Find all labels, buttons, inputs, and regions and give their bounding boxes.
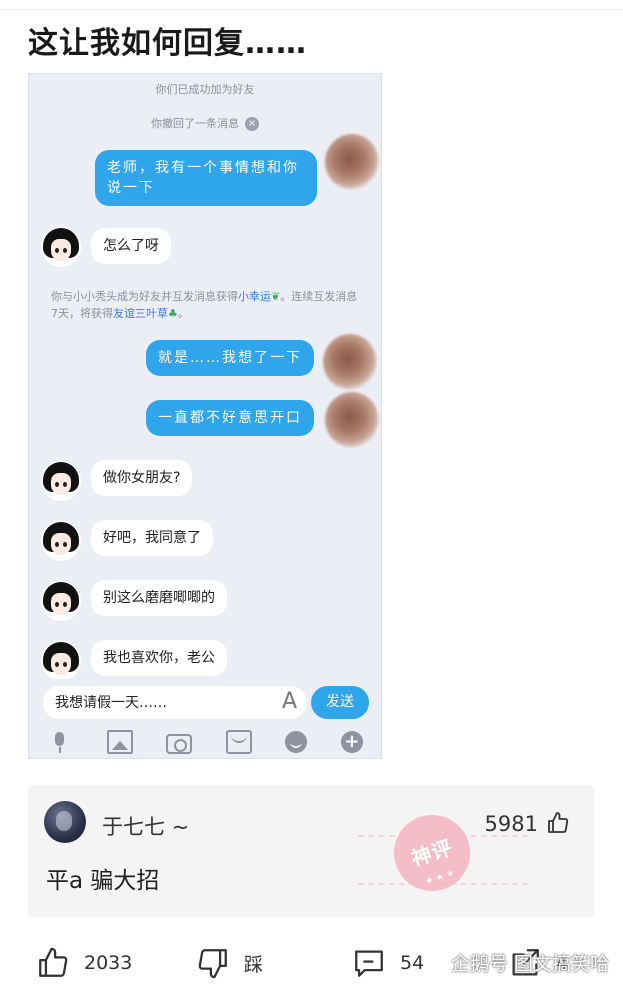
thumbs-down-icon: [198, 949, 227, 979]
message-bubble-incoming[interactable]: 怎么了呀: [91, 228, 171, 264]
emoji-icon[interactable]: [285, 731, 308, 753]
top-divider: [0, 0, 623, 10]
clover-icon: ♣: [168, 307, 178, 320]
comment-count: 54: [400, 952, 425, 974]
message-bubble-incoming[interactable]: 好吧，我同意了: [91, 520, 213, 556]
contact-avatar[interactable]: [41, 227, 81, 267]
recall-notice-text: 你撤回了一条消息: [151, 117, 239, 130]
message-bubble-outgoing[interactable]: 就是……我想了一下: [146, 340, 314, 376]
comment-icon: [355, 950, 383, 977]
send-button[interactable]: 发送: [311, 686, 369, 719]
post-title: 这让我如何回复……: [28, 26, 307, 61]
message-bubble-incoming[interactable]: 别这么磨磨唧唧的: [91, 580, 227, 616]
message-input-value: 我想请假一天……: [55, 695, 167, 711]
dislike-label: 踩: [244, 953, 264, 976]
mic-icon[interactable]: [47, 730, 73, 754]
stamp-label: 神评: [408, 835, 456, 871]
gift-icon[interactable]: [225, 730, 252, 754]
commenter-name[interactable]: 于七七 ~: [102, 811, 189, 841]
notice-text: 。: [177, 307, 189, 320]
close-icon[interactable]: ×: [245, 117, 259, 131]
hot-comment-stamp: 神评 ★ ★ ★: [384, 805, 480, 901]
font-style-icon[interactable]: A: [282, 689, 297, 714]
friendship-notice: 你与小小秃头成为好友并互发消息获得小幸运❦。连续互发消息7天，将获得友谊三叶草♣…: [51, 288, 363, 322]
image-icon[interactable]: [106, 730, 133, 754]
thumbs-up-icon[interactable]: [546, 811, 570, 835]
contact-avatar[interactable]: [41, 641, 81, 681]
sprout-icon: ❦: [271, 290, 281, 303]
comment-like-count: 5981: [484, 812, 538, 836]
commenter-avatar[interactable]: [44, 801, 86, 843]
system-message-recall: 你撤回了一条消息 ×: [29, 115, 381, 131]
blurred-avatar[interactable]: [325, 134, 379, 190]
post-action-bar: 2033 踩 54 4 企鹅号 图文搞笑哈: [0, 940, 623, 986]
message-bubble-outgoing[interactable]: 老师，我有一个事情想和你说一下: [95, 150, 317, 206]
blurred-avatar[interactable]: [323, 334, 377, 390]
comment-text: 平a 骗大招: [46, 868, 160, 894]
thumbs-up-icon: [39, 947, 68, 977]
comment-button[interactable]: 54: [352, 940, 424, 986]
lucky-link[interactable]: 小幸运: [238, 290, 271, 303]
top-comment-card: 神评 ★ ★ ★ 于七七 ~ 5981 平a 骗大招: [28, 785, 594, 917]
camera-icon[interactable]: [166, 734, 193, 754]
like-count: 2033: [84, 952, 133, 974]
message-bubble-incoming[interactable]: 做你女朋友?: [91, 460, 193, 496]
clover-link[interactable]: 友谊三叶草: [113, 307, 168, 320]
notice-text: 你与小小秃头成为好友并互发消息获得: [51, 290, 238, 303]
blurred-avatar[interactable]: [325, 392, 379, 448]
chat-screenshot: 你们已成功加为好友 你撤回了一条消息 × 老师，我有一个事情想和你说一下 怎么了呀…: [28, 73, 382, 759]
contact-avatar[interactable]: [41, 581, 81, 621]
like-button[interactable]: 2033: [36, 940, 132, 986]
contact-avatar[interactable]: [41, 521, 81, 561]
message-bubble-outgoing[interactable]: 一直都不好意思开口: [146, 400, 314, 436]
message-input[interactable]: 我想请假一天…… A: [43, 686, 307, 719]
plus-icon[interactable]: +: [340, 731, 363, 753]
input-bar: 我想请假一天…… A 发送: [29, 679, 381, 724]
chat-toolbar: +: [29, 724, 381, 758]
system-message-friend-added: 你们已成功加为好友: [155, 83, 255, 96]
contact-avatar[interactable]: [41, 461, 81, 501]
watermark: 企鹅号 图文搞笑哈: [450, 953, 609, 975]
dislike-button[interactable]: 踩: [196, 940, 263, 986]
message-bubble-incoming[interactable]: 我也喜欢你，老公: [91, 640, 227, 676]
